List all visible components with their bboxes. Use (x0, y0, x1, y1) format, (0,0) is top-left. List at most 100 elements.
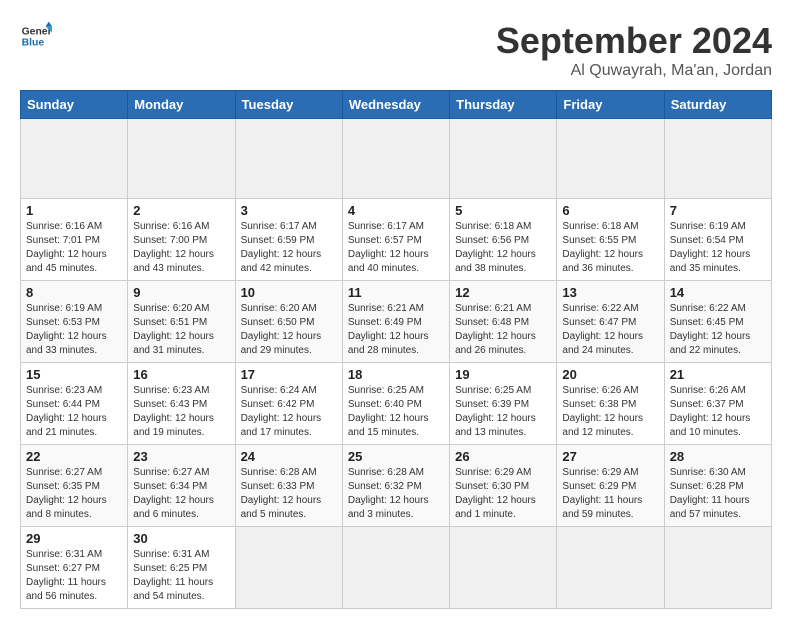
calendar-cell: 18 Sunrise: 6:25 AM Sunset: 6:40 PM Dayli… (342, 363, 449, 445)
week-row-4: 22 Sunrise: 6:27 AM Sunset: 6:35 PM Dayli… (21, 445, 772, 527)
page-header: General Blue September 2024 Al Quwayrah,… (20, 20, 772, 80)
day-number: 22 (26, 449, 122, 464)
calendar-cell: 15Sunrise: 6:23 AM Sunset: 6:44 PM Dayli… (21, 363, 128, 445)
day-number: 23 (133, 449, 229, 464)
calendar-cell: 24 Sunrise: 6:28 AM Sunset: 6:33 PM Dayli… (235, 445, 342, 527)
logo-icon: General Blue (20, 20, 52, 52)
day-info: Sunrise: 6:28 AM Sunset: 6:33 PM Dayligh… (241, 466, 337, 522)
day-number: 30 (133, 531, 229, 546)
day-header-monday: Monday (128, 91, 235, 119)
day-number: 4 (348, 203, 444, 218)
day-number: 18 (348, 367, 444, 382)
calendar-cell: 16Sunrise: 6:23 AM Sunset: 6:43 PM Dayli… (128, 363, 235, 445)
calendar-cell (21, 119, 128, 199)
day-info: Sunrise: 6:25 AM Sunset: 6:40 PM Dayligh… (348, 384, 444, 440)
calendar-cell (557, 119, 664, 199)
day-number: 6 (562, 203, 658, 218)
day-header-wednesday: Wednesday (342, 91, 449, 119)
day-info: Sunrise: 6:21 AM Sunset: 6:49 PM Dayligh… (348, 302, 444, 358)
week-row-1: 1 Sunrise: 6:16 AM Sunset: 7:01 PM Daylig… (21, 199, 772, 281)
day-info: Sunrise: 6:26 AM Sunset: 6:38 PM Dayligh… (562, 384, 658, 440)
calendar-cell: 26Sunrise: 6:29 AM Sunset: 6:30 PM Dayli… (450, 445, 557, 527)
calendar-cell: 27Sunrise: 6:29 AM Sunset: 6:29 PM Dayli… (557, 445, 664, 527)
day-number: 1 (26, 203, 122, 218)
day-number: 15 (26, 367, 122, 382)
day-number: 7 (670, 203, 766, 218)
week-row-5: 29Sunrise: 6:31 AM Sunset: 6:27 PM Dayli… (21, 527, 772, 609)
calendar-cell (342, 119, 449, 199)
day-info: Sunrise: 6:21 AM Sunset: 6:48 PM Dayligh… (455, 302, 551, 358)
day-number: 9 (133, 285, 229, 300)
day-info: Sunrise: 6:26 AM Sunset: 6:37 PM Dayligh… (670, 384, 766, 440)
day-header-saturday: Saturday (664, 91, 771, 119)
calendar-cell: 6 Sunrise: 6:18 AM Sunset: 6:55 PM Daylig… (557, 199, 664, 281)
calendar-cell (235, 527, 342, 609)
logo: General Blue (20, 20, 52, 52)
day-number: 10 (241, 285, 337, 300)
calendar-cell: 1 Sunrise: 6:16 AM Sunset: 7:01 PM Daylig… (21, 199, 128, 281)
calendar-cell: 7 Sunrise: 6:19 AM Sunset: 6:54 PM Daylig… (664, 199, 771, 281)
day-info: Sunrise: 6:23 AM Sunset: 6:43 PM Dayligh… (133, 384, 229, 440)
calendar-cell: 9 Sunrise: 6:20 AM Sunset: 6:51 PM Daylig… (128, 281, 235, 363)
calendar-cell: 3 Sunrise: 6:17 AM Sunset: 6:59 PM Daylig… (235, 199, 342, 281)
day-info: Sunrise: 6:27 AM Sunset: 6:34 PM Dayligh… (133, 466, 229, 522)
calendar-cell: 17Sunrise: 6:24 AM Sunset: 6:42 PM Dayli… (235, 363, 342, 445)
calendar-cell (450, 527, 557, 609)
day-info: Sunrise: 6:28 AM Sunset: 6:32 PM Dayligh… (348, 466, 444, 522)
day-number: 2 (133, 203, 229, 218)
day-info: Sunrise: 6:19 AM Sunset: 6:54 PM Dayligh… (670, 220, 766, 276)
day-info: Sunrise: 6:29 AM Sunset: 6:29 PM Dayligh… (562, 466, 658, 522)
day-info: Sunrise: 6:17 AM Sunset: 6:57 PM Dayligh… (348, 220, 444, 276)
calendar-cell (342, 527, 449, 609)
day-number: 8 (26, 285, 122, 300)
day-info: Sunrise: 6:20 AM Sunset: 6:50 PM Dayligh… (241, 302, 337, 358)
calendar-cell (128, 119, 235, 199)
calendar-cell: 12 Sunrise: 6:21 AM Sunset: 6:48 PM Dayli… (450, 281, 557, 363)
day-info: Sunrise: 6:24 AM Sunset: 6:42 PM Dayligh… (241, 384, 337, 440)
day-info: Sunrise: 6:18 AM Sunset: 6:55 PM Dayligh… (562, 220, 658, 276)
day-number: 3 (241, 203, 337, 218)
calendar-cell: 4 Sunrise: 6:17 AM Sunset: 6:57 PM Daylig… (342, 199, 449, 281)
week-row-2: 8 Sunrise: 6:19 AM Sunset: 6:53 PM Daylig… (21, 281, 772, 363)
day-info: Sunrise: 6:31 AM Sunset: 6:25 PM Dayligh… (133, 548, 229, 604)
calendar-cell: 28 Sunrise: 6:30 AM Sunset: 6:28 PM Dayli… (664, 445, 771, 527)
calendar-cell: 8 Sunrise: 6:19 AM Sunset: 6:53 PM Daylig… (21, 281, 128, 363)
calendar-cell (450, 119, 557, 199)
day-number: 25 (348, 449, 444, 464)
calendar-cell: 14 Sunrise: 6:22 AM Sunset: 6:45 PM Dayli… (664, 281, 771, 363)
day-info: Sunrise: 6:22 AM Sunset: 6:45 PM Dayligh… (670, 302, 766, 358)
calendar-cell (557, 527, 664, 609)
day-info: Sunrise: 6:25 AM Sunset: 6:39 PM Dayligh… (455, 384, 551, 440)
day-number: 11 (348, 285, 444, 300)
calendar-cell: 21Sunrise: 6:26 AM Sunset: 6:37 PM Dayli… (664, 363, 771, 445)
day-info: Sunrise: 6:30 AM Sunset: 6:28 PM Dayligh… (670, 466, 766, 522)
calendar-cell: 25 Sunrise: 6:28 AM Sunset: 6:32 PM Dayli… (342, 445, 449, 527)
day-header-friday: Friday (557, 91, 664, 119)
day-number: 28 (670, 449, 766, 464)
day-info: Sunrise: 6:20 AM Sunset: 6:51 PM Dayligh… (133, 302, 229, 358)
day-number: 14 (670, 285, 766, 300)
day-number: 12 (455, 285, 551, 300)
day-header-tuesday: Tuesday (235, 91, 342, 119)
day-info: Sunrise: 6:16 AM Sunset: 7:01 PM Dayligh… (26, 220, 122, 276)
calendar-table: SundayMondayTuesdayWednesdayThursdayFrid… (20, 90, 772, 609)
calendar-cell: 29Sunrise: 6:31 AM Sunset: 6:27 PM Dayli… (21, 527, 128, 609)
calendar-cell: 19Sunrise: 6:25 AM Sunset: 6:39 PM Dayli… (450, 363, 557, 445)
day-info: Sunrise: 6:19 AM Sunset: 6:53 PM Dayligh… (26, 302, 122, 358)
calendar-cell (664, 119, 771, 199)
day-number: 24 (241, 449, 337, 464)
day-info: Sunrise: 6:22 AM Sunset: 6:47 PM Dayligh… (562, 302, 658, 358)
day-info: Sunrise: 6:27 AM Sunset: 6:35 PM Dayligh… (26, 466, 122, 522)
day-number: 26 (455, 449, 551, 464)
location: Al Quwayrah, Ma'an, Jordan (496, 62, 772, 80)
calendar-cell: 2Sunrise: 6:16 AM Sunset: 7:00 PM Daylig… (128, 199, 235, 281)
svg-text:Blue: Blue (22, 38, 45, 49)
month-title: September 2024 (496, 20, 772, 62)
calendar-cell (235, 119, 342, 199)
day-number: 29 (26, 531, 122, 546)
calendar-cell: 10 Sunrise: 6:20 AM Sunset: 6:50 PM Dayli… (235, 281, 342, 363)
day-info: Sunrise: 6:17 AM Sunset: 6:59 PM Dayligh… (241, 220, 337, 276)
day-number: 13 (562, 285, 658, 300)
day-header-thursday: Thursday (450, 91, 557, 119)
calendar-cell: 23 Sunrise: 6:27 AM Sunset: 6:34 PM Dayli… (128, 445, 235, 527)
